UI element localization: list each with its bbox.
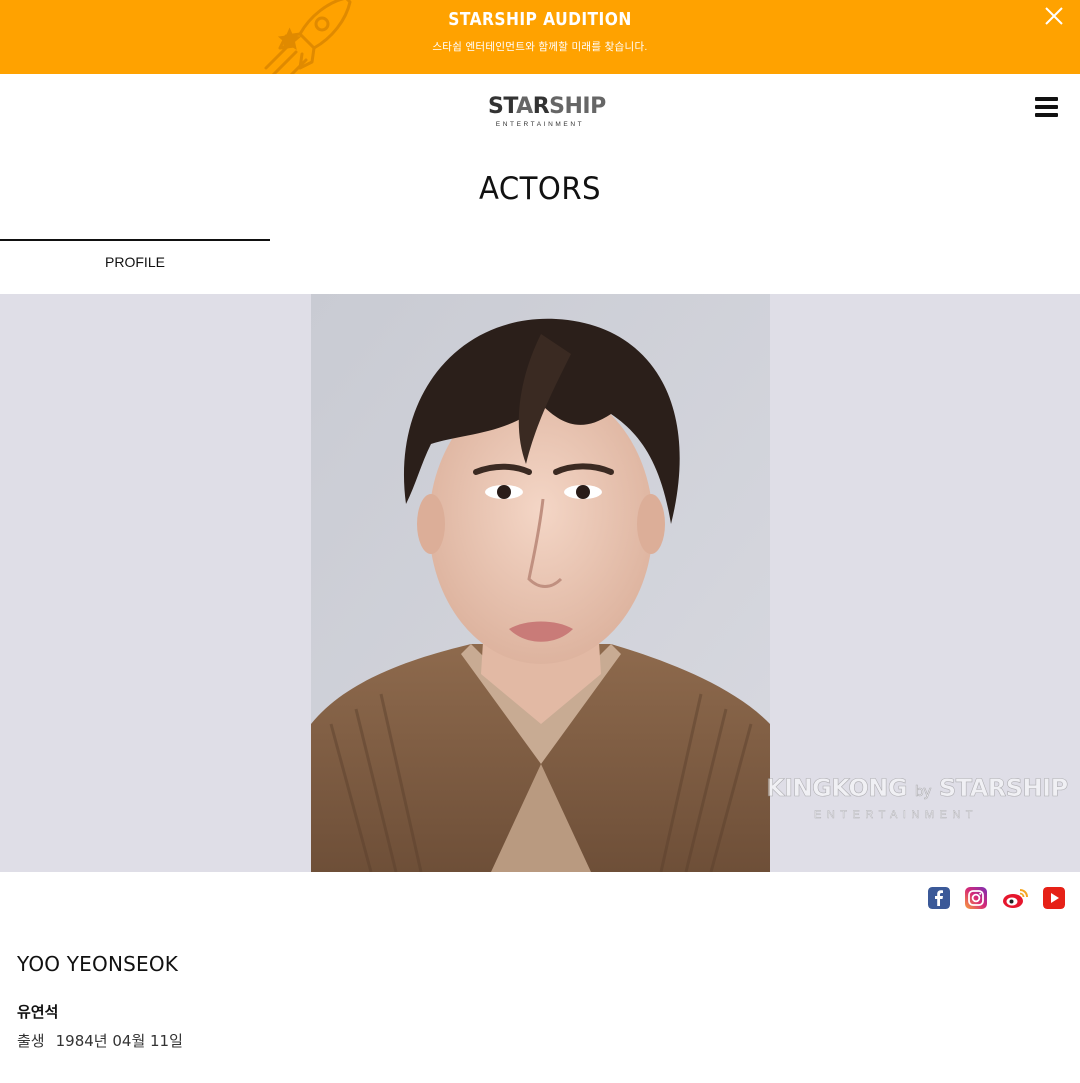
logo-subtitle: ENTERTAINMENT — [495, 121, 585, 128]
logo-text-b: R — [532, 94, 550, 119]
birth-row: 출생 1984년 04월 11일 — [17, 1030, 183, 1051]
logo-text-a: ST — [488, 94, 517, 119]
actor-portrait — [311, 294, 770, 872]
banner-subtitle: 스타쉽 엔터테인먼트와 함께할 미래를 찾습니다. — [432, 41, 648, 53]
kingkong-watermark: KINGKONG by STARSHIP ENTERTAINMENT — [766, 774, 1069, 834]
audition-banner[interactable]: STARSHIP AUDITION 스타쉽 엔터테인먼트와 함께할 미래를 찾습… — [0, 0, 1080, 74]
tab-profile-label: PROFILE — [105, 254, 165, 270]
instagram-icon[interactable] — [965, 887, 987, 909]
site-header: STARSHIP ENTERTAINMENT — [0, 74, 1080, 154]
watermark-text-b: STARSHIP — [938, 774, 1069, 803]
birth-label: 출생 — [17, 1032, 45, 1050]
watermark-by: by — [914, 784, 932, 801]
weibo-icon[interactable] — [1002, 887, 1028, 909]
actor-name-en: YOO YEONSEOK — [17, 952, 179, 976]
logo-wordmark: STARSHIP — [488, 94, 606, 119]
youtube-icon[interactable] — [1043, 887, 1065, 909]
tab-profile[interactable]: PROFILE — [0, 239, 270, 279]
logo-text-c: SHIP — [549, 94, 606, 119]
actor-name-ko: 유연석 — [17, 1003, 59, 1021]
profile-photo-area: KINGKONG by STARSHIP ENTERTAINMENT — [0, 294, 1080, 872]
page-title: ACTORS — [478, 171, 602, 207]
hamburger-icon[interactable] — [1035, 97, 1058, 117]
watermark-text-a: KINGKONG — [766, 774, 908, 803]
logo-rocket-a: A — [516, 94, 533, 119]
close-icon[interactable] — [1044, 6, 1064, 26]
banner-title: STARSHIP AUDITION — [448, 9, 632, 30]
birth-value: 1984년 04월 11일 — [55, 1032, 183, 1050]
starship-logo[interactable]: STARSHIP ENTERTAINMENT — [488, 94, 606, 132]
facebook-icon[interactable] — [928, 887, 950, 909]
watermark-subtitle: ENTERTAINMENT — [814, 809, 978, 821]
